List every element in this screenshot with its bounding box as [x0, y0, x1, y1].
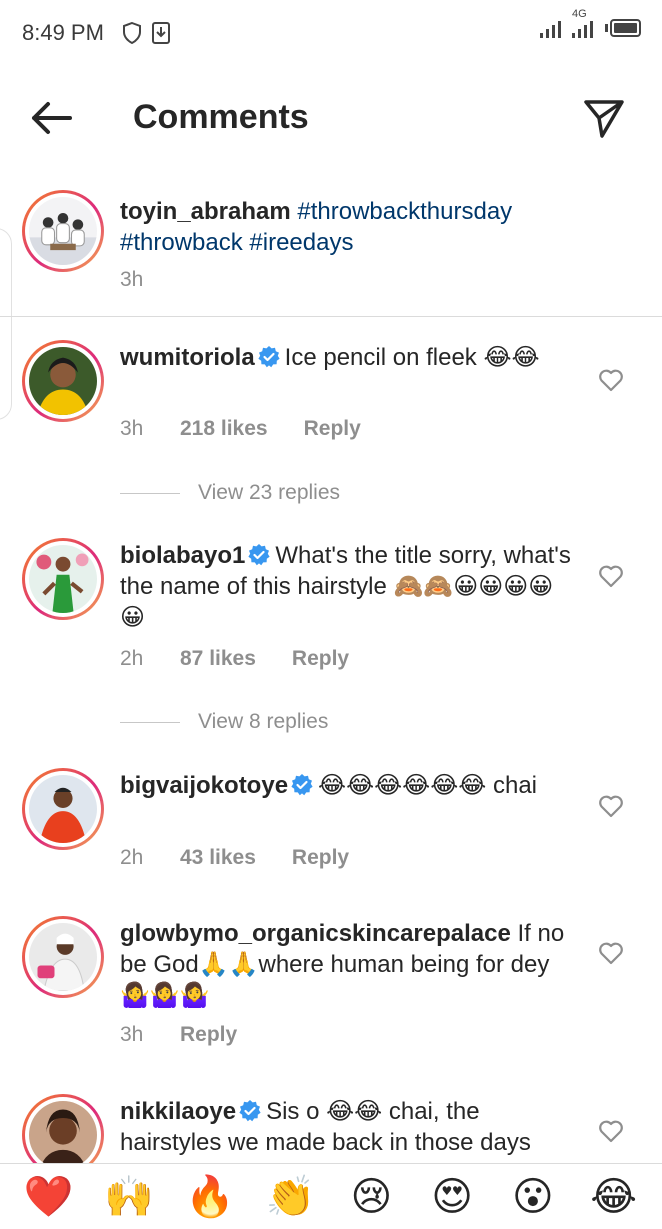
heart-icon[interactable]: [598, 564, 624, 588]
comment-likes[interactable]: 87 likes: [180, 647, 256, 671]
comment-meta: 3h 218 likes Reply: [120, 417, 361, 441]
avatar[interactable]: [22, 916, 104, 998]
caption-text: toyin_abraham #throwbackthursday #throwb…: [120, 196, 590, 258]
reply-button[interactable]: Reply: [292, 647, 349, 671]
shield-icon: [122, 21, 142, 49]
reply-button[interactable]: Reply: [180, 1023, 237, 1047]
share-button[interactable]: [580, 96, 628, 140]
page-title: Comments: [133, 98, 309, 136]
verified-badge-icon: [291, 774, 313, 796]
profile-photo: [29, 923, 97, 991]
heart-icon[interactable]: [598, 1119, 624, 1143]
comment-likes[interactable]: 43 likes: [180, 846, 256, 870]
signal-icon: [540, 18, 564, 43]
comment-meta: 2h 87 likes Reply: [120, 647, 349, 671]
comment-time: 3h: [120, 1023, 144, 1046]
profile-photo: [29, 545, 97, 613]
quick-reactions-bar: ❤️ 🙌 🔥 👏 😢 😍 😮 😂: [0, 1163, 662, 1229]
reaction-fire[interactable]: 🔥: [180, 1173, 240, 1220]
paper-plane-icon: [584, 100, 624, 138]
status-bar: 8:49 PM 4G: [0, 0, 662, 66]
comment-text: glowbymo_organicskincarepalace If no be …: [120, 918, 578, 1011]
caption-time: 3h: [120, 268, 144, 291]
download-icon: [152, 22, 170, 49]
divider-line: [120, 721, 180, 723]
comment-time: 3h: [120, 417, 144, 440]
avatar[interactable]: [22, 538, 104, 620]
comment-text: nikkilaoye Sis o 😂😂 chai, the hairstyles …: [120, 1096, 578, 1158]
heart-icon[interactable]: [598, 941, 624, 965]
view-replies-label: View 23 replies: [198, 481, 341, 504]
profile-photo: [29, 347, 97, 415]
comment-username[interactable]: glowbymo_organicskincarepalace: [120, 920, 511, 947]
comment-username[interactable]: bigvaijokotoye: [120, 772, 288, 799]
comment-text: wumitoriola Ice pencil on fleek 😂😂: [120, 342, 578, 373]
avatar[interactable]: [22, 340, 104, 422]
reaction-heart[interactable]: ❤️: [18, 1173, 78, 1220]
comment-username[interactable]: wumitoriola: [120, 344, 255, 371]
comment-username[interactable]: biolabayo1: [120, 542, 245, 569]
back-button[interactable]: [26, 96, 78, 140]
reaction-surprised[interactable]: 😮: [503, 1174, 563, 1220]
comment-time: 2h: [120, 647, 144, 670]
heart-icon[interactable]: [598, 368, 624, 392]
reaction-heart-eyes[interactable]: 😍: [422, 1174, 482, 1220]
group-photo-avatar: [29, 197, 97, 265]
status-time: 8:49 PM: [22, 20, 104, 45]
comment-time: 2h: [120, 846, 144, 869]
profile-photo: [29, 1101, 97, 1169]
avatar[interactable]: [22, 190, 104, 272]
reply-button[interactable]: Reply: [292, 846, 349, 870]
caption-username[interactable]: toyin_abraham: [120, 198, 291, 225]
comment-likes[interactable]: 218 likes: [180, 417, 268, 441]
profile-photo: [29, 775, 97, 843]
comment-body: 😂😂😂😂😂😂 chai: [318, 772, 537, 799]
status-indicators: 4G: [540, 8, 642, 43]
avatar[interactable]: [22, 768, 104, 850]
comment-body: Ice pencil on fleek 😂😂: [284, 344, 540, 371]
reaction-clap[interactable]: 👏: [261, 1173, 321, 1220]
comment-text: biolabayo1 What's the title sorry, what's…: [120, 540, 578, 633]
reaction-raised-hands[interactable]: 🙌: [99, 1173, 159, 1220]
verified-badge-icon: [239, 1100, 261, 1122]
comment-username[interactable]: nikkilaoye: [120, 1098, 236, 1125]
comment-text: bigvaijokotoye 😂😂😂😂😂😂 chai: [120, 770, 578, 801]
verified-badge-icon: [258, 346, 280, 368]
view-replies-label: View 8 replies: [198, 710, 329, 733]
heart-icon[interactable]: [598, 794, 624, 818]
view-replies-button[interactable]: View 23 replies: [120, 481, 340, 505]
comment-meta: 3h Reply: [120, 1023, 237, 1047]
network-type: 4G: [572, 8, 587, 20]
signal-4g-icon: 4G: [572, 8, 596, 43]
reaction-crying[interactable]: 😢: [341, 1174, 401, 1220]
post-caption: toyin_abraham #throwbackthursday #throwb…: [0, 180, 662, 317]
divider-line: [120, 492, 180, 494]
reaction-laughing[interactable]: 😂: [584, 1174, 644, 1220]
verified-badge-icon: [248, 544, 270, 566]
comment-meta: 2h 43 likes Reply: [120, 846, 349, 870]
battery-icon: [604, 18, 642, 43]
back-arrow-icon: [32, 102, 72, 134]
header: Comments: [0, 66, 662, 170]
reply-button[interactable]: Reply: [304, 417, 361, 441]
view-replies-button[interactable]: View 8 replies: [120, 710, 328, 734]
